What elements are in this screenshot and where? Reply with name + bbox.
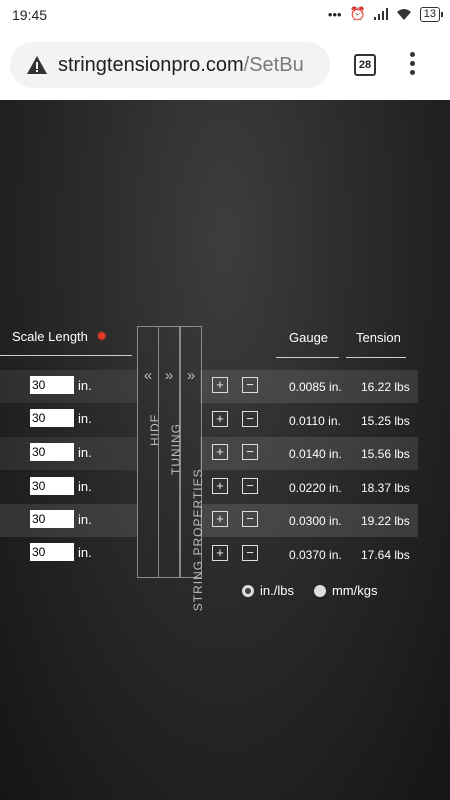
tension-header: Tension: [356, 330, 401, 345]
scale-length-input[interactable]: [30, 409, 74, 427]
notification-dots-icon: •••: [327, 6, 342, 22]
unit-label: in.: [78, 511, 92, 527]
url-domain: stringtensionpro.com: [58, 53, 244, 76]
scale-length-input[interactable]: [30, 443, 74, 461]
chevron-right-icon: »: [186, 367, 196, 384]
signal-icon: [373, 8, 388, 20]
url-path: /SetBu: [243, 53, 304, 76]
increase-gauge-button[interactable]: +: [212, 511, 228, 527]
scale-row: in.: [30, 510, 92, 528]
unit-selector: in./lbs mm/kgs: [242, 583, 377, 598]
decrease-gauge-button[interactable]: −: [242, 478, 258, 494]
tension-value: 15.56 lbs: [361, 447, 410, 461]
wifi-icon: [396, 9, 411, 20]
gauge-value: 0.0220 in.: [289, 481, 342, 495]
tension-value: 18.37 lbs: [361, 481, 410, 495]
unit-label: in.: [78, 544, 92, 560]
unit-radio-metric[interactable]: [313, 584, 326, 597]
divider: [0, 355, 132, 356]
unit-label: in.: [78, 478, 92, 494]
tab-string-properties[interactable]: » STRING PROPERTIES: [180, 326, 205, 611]
overflow-menu-icon[interactable]: [408, 52, 416, 78]
chevron-left-icon: «: [143, 367, 153, 384]
battery-icon: 13: [419, 6, 444, 22]
decrease-gauge-button[interactable]: −: [242, 545, 258, 561]
tab-hide[interactable]: « HIDE: [137, 326, 162, 578]
decrease-gauge-button[interactable]: −: [242, 444, 258, 460]
increase-gauge-button[interactable]: +: [212, 444, 228, 460]
increase-gauge-button[interactable]: +: [212, 478, 228, 494]
divider: [276, 357, 339, 358]
tension-value: 19.22 lbs: [361, 514, 410, 528]
unit-radio-imperial[interactable]: [242, 584, 254, 597]
gauge-value: 0.0140 in.: [289, 447, 342, 461]
decrease-gauge-button[interactable]: −: [242, 411, 258, 427]
unit-label: in.: [78, 410, 92, 426]
gauge-value: 0.0300 in.: [289, 514, 342, 528]
increase-gauge-button[interactable]: +: [212, 411, 228, 427]
tab-tuning[interactable]: » TUNING: [158, 326, 183, 578]
scale-row: in.: [30, 543, 92, 561]
decrease-gauge-button[interactable]: −: [242, 377, 258, 393]
unit-label: in.: [78, 377, 92, 393]
unit-label: in.: [78, 444, 92, 460]
decrease-gauge-button[interactable]: −: [242, 511, 258, 527]
clock: 19:45: [12, 7, 48, 23]
browser-toolbar: stringtensionpro.com/SetBu 28: [0, 30, 450, 100]
warning-icon[interactable]: [26, 54, 48, 76]
unit-option-metric[interactable]: mm/kgs: [332, 583, 378, 598]
gauge-value: 0.0370 in.: [289, 548, 342, 562]
scale-length-header: Scale Length ✹: [12, 328, 108, 345]
scale-row: in.: [30, 443, 92, 461]
unit-option-imperial[interactable]: in./lbs: [260, 583, 294, 598]
increase-gauge-button[interactable]: +: [212, 377, 228, 393]
increase-gauge-button[interactable]: +: [212, 545, 228, 561]
tension-value: 16.22 lbs: [361, 380, 410, 394]
chevron-right-icon: »: [164, 367, 174, 384]
scale-row: in.: [30, 409, 92, 427]
tab-switcher-button[interactable]: 28: [354, 54, 376, 76]
tension-value: 15.25 lbs: [361, 414, 410, 428]
alarm-icon: ⏰: [349, 6, 366, 21]
scale-length-input[interactable]: [30, 477, 74, 495]
divider: [346, 357, 406, 358]
scale-length-input[interactable]: [30, 376, 74, 394]
gauge-value: 0.0110 in.: [289, 414, 341, 428]
gauge-value: 0.0085 in.: [289, 380, 342, 394]
status-icons: ••• ⏰ 13: [327, 6, 444, 22]
tab-string-properties-label: STRING PROPERTIES: [191, 468, 205, 612]
url-bar[interactable]: stringtensionpro.com/SetBu: [10, 42, 330, 88]
scale-length-input[interactable]: [30, 510, 74, 528]
scale-length-input[interactable]: [30, 543, 74, 561]
gauge-header: Gauge: [289, 330, 329, 345]
scale-row: in.: [30, 477, 92, 495]
url-text[interactable]: stringtensionpro.com/SetBu: [58, 54, 304, 77]
gear-icon[interactable]: ✹: [96, 328, 108, 345]
status-bar: 19:45 ••• ⏰ 13: [0, 0, 450, 30]
scale-row: in.: [30, 376, 92, 394]
scale-length-label: Scale Length: [12, 329, 88, 344]
tension-value: 17.64 lbs: [361, 548, 410, 562]
